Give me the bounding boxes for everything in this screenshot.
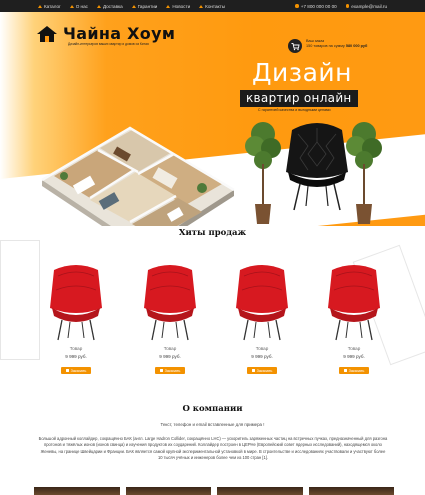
product-price: 9 999 руб.: [65, 354, 87, 359]
cart-amount: 580 000 руб: [345, 44, 368, 48]
menu-bullet-icon: [166, 4, 171, 8]
order-button-label: Заказать: [256, 368, 273, 373]
cart-widget[interactable]: Ваш заказ 150 товаров на сумму 580 000 р…: [288, 39, 367, 53]
product-card[interactable]: Товар 9 999 руб. Заказать: [322, 262, 386, 377]
product-grid: Товар 9 999 руб. Заказать Товар 9 999 ру…: [44, 262, 389, 382]
menu-item-news[interactable]: Новости: [166, 4, 190, 9]
red-chair-image: [144, 265, 196, 341]
product-card[interactable]: Товар 9 999 руб. Заказать: [44, 262, 108, 377]
email-icon: [345, 4, 350, 8]
menu-item-catalog[interactable]: Каталог: [38, 4, 61, 9]
product-price: 9 999 руб.: [343, 354, 365, 359]
menu-bullet-icon: [199, 4, 204, 8]
header-contacts: +7 800 000 00 00 example@mail.ru: [295, 4, 387, 9]
hero-subtitle: квартир онлайн: [240, 90, 358, 107]
order-button-label: Заказать: [348, 368, 365, 373]
hero-title: Дизайн: [252, 58, 352, 87]
cart-icon: [251, 369, 255, 372]
product-price: 9 999 руб.: [159, 354, 181, 359]
gallery-thumb[interactable]: [34, 487, 120, 495]
brand-tagline: Дизайн-интерьеров ваших квартир и домов …: [68, 42, 149, 46]
site-logo[interactable]: Чайна Хоум: [36, 24, 175, 43]
red-chair-image: [236, 265, 288, 341]
menu-item-delivery[interactable]: Доставка: [96, 4, 123, 9]
gallery-thumb[interactable]: [125, 487, 211, 495]
product-name: Товар: [163, 346, 177, 351]
gallery-thumb[interactable]: [308, 487, 394, 495]
about-lead: Текст, телефон и email вставленные для п…: [160, 422, 265, 427]
black-chair-image: [286, 123, 348, 211]
order-button[interactable]: Заказать: [60, 367, 92, 374]
order-button[interactable]: Заказать: [154, 367, 186, 374]
cart-icon: [343, 369, 347, 372]
product-card[interactable]: Товар 9 999 руб. Заказать: [138, 262, 202, 377]
order-button-label: Заказать: [164, 368, 181, 373]
email-link[interactable]: example@mail.ru: [345, 4, 387, 9]
brand-name: Чайна Хоум: [63, 24, 176, 43]
menu-bullet-icon: [69, 4, 74, 8]
order-button[interactable]: Заказать: [338, 367, 370, 374]
hits-title: Хиты продаж: [178, 228, 247, 238]
red-chair-image: [328, 265, 380, 341]
plant-left-image: [245, 122, 281, 224]
order-button[interactable]: Заказать: [246, 367, 278, 374]
top-nav-bar: Каталог О нас Доставка Гарантии Новости …: [0, 0, 425, 12]
menu-bullet-icon: [38, 4, 42, 8]
phone-icon: [295, 4, 299, 8]
about-text: Большой адронный коллайдер, сокращённо Б…: [38, 436, 388, 460]
menu-item-about[interactable]: О нас: [69, 4, 88, 9]
product-card[interactable]: Товар 9 999 руб. Заказать: [230, 262, 294, 377]
cart-icon: [288, 39, 302, 53]
menu-item-contacts[interactable]: Контакты: [199, 4, 225, 9]
hero-note: С гарантией качества и выгодными ценами: [258, 108, 331, 112]
hero-banner: Чайна Хоум Дизайн-интерьеров ваших кварт…: [0, 12, 425, 226]
red-chair-image: [50, 265, 102, 341]
product-name: Товар: [69, 346, 83, 351]
product-name: Товар: [255, 346, 269, 351]
gallery-thumb[interactable]: [217, 487, 303, 495]
menu-bullet-icon: [131, 4, 136, 8]
menu-bullet-icon: [96, 4, 101, 8]
decor-sketch-left: [0, 240, 40, 360]
cart-summary: Ваш заказ 150 товаров на сумму 580 000 р…: [306, 39, 367, 49]
floorplan-illustration: [41, 126, 235, 226]
product-name: Товар: [347, 346, 361, 351]
order-button-label: Заказать: [70, 368, 87, 373]
main-menu: Каталог О нас Доставка Гарантии Новости …: [38, 4, 225, 9]
cart-count: 150 товаров на сумму: [306, 44, 345, 48]
cart-icon: [159, 369, 163, 372]
cart-total: 150 товаров на сумму 580 000 руб: [306, 44, 367, 49]
gallery-strip: [34, 487, 394, 495]
about-title: О компании: [182, 404, 243, 414]
house-icon: [37, 25, 57, 42]
product-price: 9 999 руб.: [251, 354, 273, 359]
menu-item-guarantees[interactable]: Гарантии: [131, 4, 157, 9]
cart-icon: [65, 369, 69, 372]
phone-link[interactable]: +7 800 000 00 00: [295, 4, 337, 9]
